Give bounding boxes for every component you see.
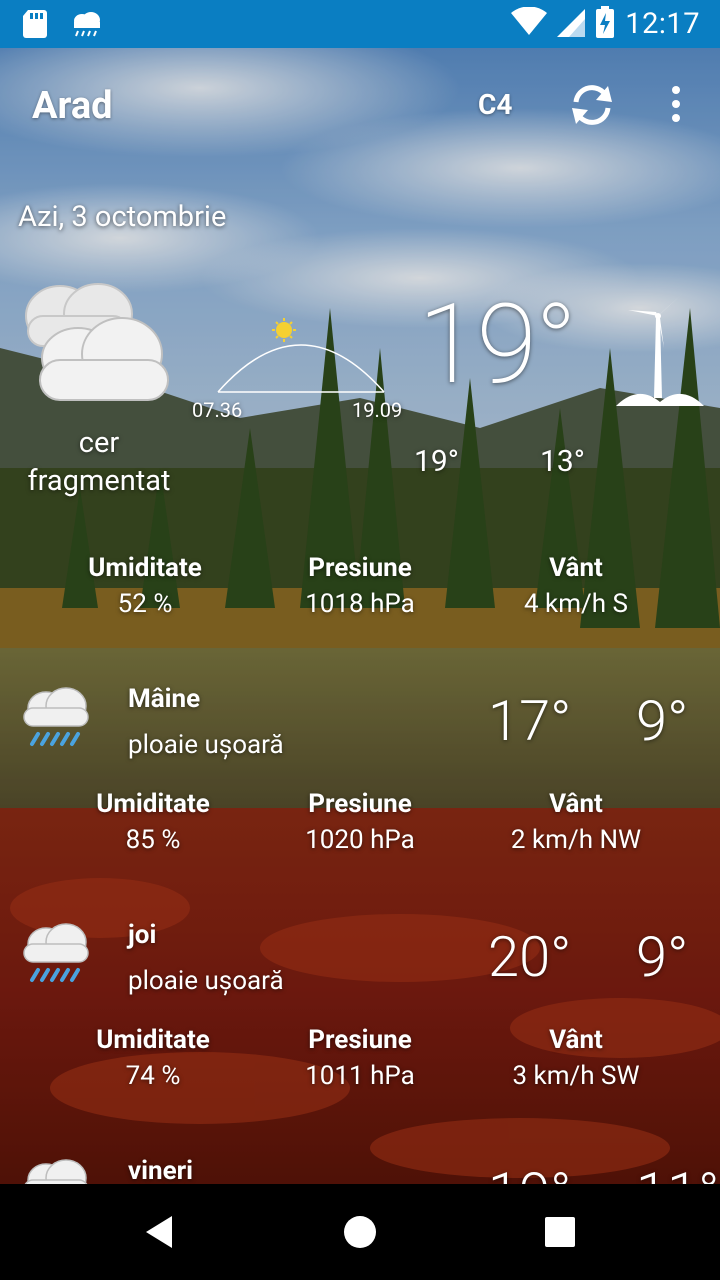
wind-turbine-icon [616,288,706,412]
unit-toggle-button[interactable]: C4 [478,88,512,121]
forecast-pressure: Presiune 1011 hPa [270,1025,450,1091]
sd-card-icon [22,10,48,42]
city-title[interactable]: Arad [32,84,113,128]
stat-label: Vânt [549,789,603,819]
today-min-temp: 13° [540,444,585,479]
battery-charging-icon [595,6,615,42]
more-vert-icon[interactable] [662,84,690,124]
today-humidity: Umiditate 52 % [60,553,230,619]
forecast-wind: Vânt 3 km/h SW [486,1025,666,1091]
forecast-min-temp: 9° [636,688,689,754]
navigation-bar [0,1184,720,1280]
forecast-pressure: Presiune 1020 hPa [270,789,450,855]
stat-value: 52 % [117,589,173,619]
stat-value: 74 % [125,1061,181,1091]
today-condition-line2: fragmentat [27,464,171,498]
today-pressure: Presiune 1018 hPa [270,553,450,619]
forecast-max-temp: 20° [488,924,572,990]
forecast-day: joi [128,920,157,950]
forecast-condition: ploaie ușoară [128,966,284,996]
stat-value: 4 km/h S [524,589,628,619]
forecast-max-temp: 17° [488,688,572,754]
home-icon[interactable] [342,1214,378,1250]
recents-icon[interactable] [544,1216,576,1248]
back-icon[interactable] [140,1212,180,1252]
stat-value: 2 km/h NW [510,825,642,855]
forecast-day: Mâine [128,684,201,714]
forecast-condition: ploaie ușoară [128,730,284,760]
sun-icon [272,318,296,342]
today-max-temp: 19° [414,444,459,479]
status-bar: 12:17 [0,0,720,48]
stat-label: Vânt [549,1025,603,1055]
today-wind: Vânt 4 km/h S [486,553,666,619]
forecast-humidity: Umiditate 85 % [68,789,238,855]
stat-label: Presiune [308,553,412,583]
forecast-wind: Vânt 2 km/h NW [486,789,666,855]
stat-value: 3 km/h SW [512,1061,640,1091]
today-date: Azi, 3 octombrie [18,200,227,234]
sunrise-time: 07.36 [192,398,243,422]
stat-label: Vânt [549,553,603,583]
stat-label: Presiune [308,789,412,819]
stat-label: Umiditate [88,553,202,583]
stat-label: Presiune [308,1025,412,1055]
sunset-time: 19.09 [352,398,403,422]
stat-value: 1011 hPa [305,1061,415,1091]
clock: 12:17 [625,7,700,41]
broken-clouds-icon [18,276,178,410]
stat-value: 1018 hPa [305,589,415,619]
light-rain-icon [20,920,94,994]
refresh-icon[interactable] [568,82,616,128]
forecast-humidity: Umiditate 74 % [68,1025,238,1091]
forecast-min-temp: 9° [636,924,689,990]
today-condition: cer fragmentat [8,424,190,500]
current-temperature: 19° [418,280,577,409]
today-condition-line1: cer [78,426,120,460]
forecast-day: vineri [128,1156,194,1186]
light-rain-icon [20,684,94,758]
wifi-icon [511,6,548,41]
stat-label: Umiditate [96,1025,210,1055]
stat-value: 1020 hPa [305,825,415,855]
stat-value: 85 % [125,825,181,855]
cell-signal-icon [557,7,586,41]
stat-label: Umiditate [96,789,210,819]
sun-arc [206,318,396,398]
rain-cloud-icon [70,10,102,42]
